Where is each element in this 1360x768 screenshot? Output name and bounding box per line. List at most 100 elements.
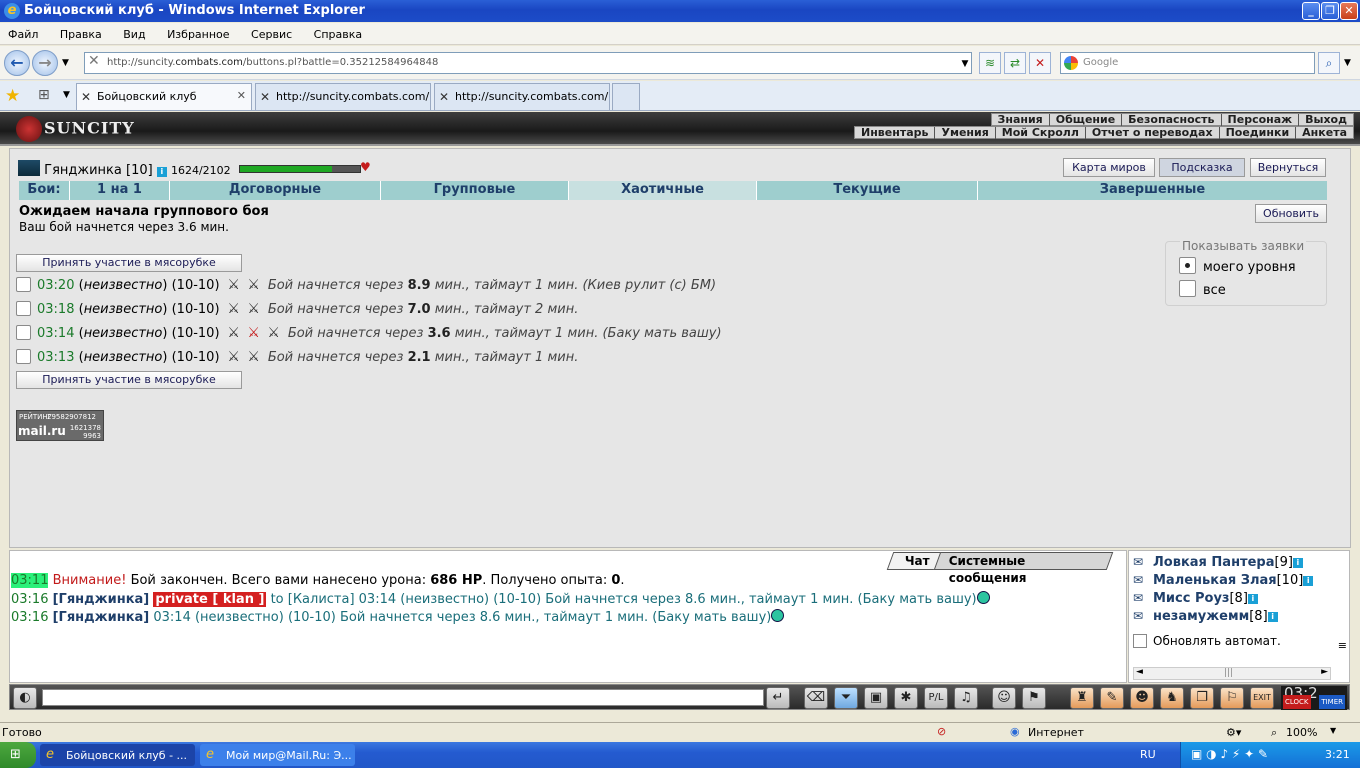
crossed-swords-icon[interactable]: ⚔ <box>244 277 264 293</box>
security-icon[interactable]: ⚙▾ <box>1226 726 1241 739</box>
eraser-icon[interactable]: ⌫ <box>804 687 828 709</box>
save-icon[interactable]: ▣ <box>864 687 888 709</box>
menu-view[interactable]: Вид <box>123 28 145 41</box>
scroll-right-icon[interactable]: ► <box>1321 667 1328 677</box>
scroll-thumb[interactable]: ||| <box>1224 668 1233 678</box>
favorites-star-icon[interactable]: ★ <box>5 86 20 106</box>
menu-favorites[interactable]: Избранное <box>167 28 229 41</box>
search-icon[interactable]: ⌕ <box>1318 52 1340 74</box>
menu-tools[interactable]: Сервис <box>251 28 292 41</box>
tab-suncity-1[interactable]: ✕ http://suncity.combats.com/... <box>255 83 431 110</box>
user-list-item[interactable]: ✉ Ловкая Пантера[9] i <box>1133 555 1303 570</box>
rss-icon[interactable]: ≋ <box>979 52 1001 74</box>
radio-all[interactable] <box>1179 280 1196 297</box>
scroll-icon[interactable]: ✎ <box>1100 687 1124 709</box>
quick-tabs-icon[interactable]: ⊞ <box>38 87 50 103</box>
request-radio[interactable] <box>16 301 31 316</box>
radio-my-level[interactable] <box>1179 257 1196 274</box>
user-info-icon[interactable]: i <box>1247 594 1258 604</box>
chat-input[interactable] <box>42 689 764 706</box>
nav-security[interactable]: Безопасность <box>1122 114 1222 126</box>
character-name[interactable]: Гянджинка <box>44 163 122 178</box>
nav-transfer-report[interactable]: Отчет о переводах <box>1086 127 1220 139</box>
user-info-icon[interactable]: i <box>1292 558 1303 568</box>
flag-icon[interactable]: ⚐ <box>1220 687 1244 709</box>
request-radio[interactable] <box>16 349 31 364</box>
join-melee-button-bottom[interactable]: Принять участие в мясорубке <box>16 371 242 389</box>
music-icon[interactable]: ♫ <box>954 687 978 709</box>
hint-button[interactable]: Подсказка <box>1159 158 1245 177</box>
helmet-icon[interactable]: ♞ <box>1160 687 1184 709</box>
menu-help[interactable]: Справка <box>314 28 362 41</box>
crossed-swords-icon[interactable]: ⚔ <box>244 301 264 317</box>
tab-one-on-one[interactable]: 1 на 1 <box>69 181 169 200</box>
book-icon[interactable]: ❐ <box>1190 687 1214 709</box>
chat-time[interactable]: 03:11 <box>11 573 49 588</box>
tab-contract[interactable]: Договорные <box>169 181 380 200</box>
clan-icon[interactable]: ⚑ <box>1022 687 1046 709</box>
tab-system-messages[interactable]: Системные сообщения <box>933 552 1114 585</box>
user-name[interactable]: Мисс Роуз <box>1153 591 1229 606</box>
crossed-swords-icon[interactable]: ⚔ <box>264 325 284 341</box>
zoom-dropdown-icon[interactable]: ▼ <box>1330 726 1336 735</box>
tab-chaotic[interactable]: Хаотичные <box>568 181 756 200</box>
nav-skills[interactable]: Умения <box>935 127 996 139</box>
tab-suncity-2[interactable]: ✕ http://suncity.combats.com/l... <box>434 83 610 110</box>
join-melee-button-top[interactable]: Принять участие в мясорубке <box>16 254 242 272</box>
user-list-item[interactable]: ✉ Мисс Роуз[8] i <box>1133 591 1258 606</box>
nav-communication[interactable]: Общение <box>1050 114 1123 126</box>
user-name[interactable]: Маленькая Злая <box>1153 573 1277 588</box>
scroll-left-icon[interactable]: ◄ <box>1136 667 1143 677</box>
menu-file[interactable]: Файл <box>8 28 38 41</box>
crossed-swords-icon[interactable]: ⚔ <box>224 301 244 317</box>
world-map-button[interactable]: Карта миров <box>1063 158 1155 177</box>
tab-group[interactable]: Групповые <box>380 181 568 200</box>
nav-profile[interactable]: Анкета <box>1296 127 1353 139</box>
exit-icon[interactable]: EXIT <box>1250 687 1274 709</box>
crossed-swords-icon[interactable]: ⚔ <box>224 349 244 365</box>
request-radio[interactable] <box>16 325 31 340</box>
nav-knowledge[interactable]: Знания <box>992 114 1050 126</box>
menu-edit[interactable]: Правка <box>60 28 102 41</box>
info-icon[interactable]: i <box>156 167 167 177</box>
private-message-icon[interactable]: ✉ <box>1133 609 1153 623</box>
auto-refresh-checkbox[interactable] <box>1133 634 1147 648</box>
start-button[interactable]: ⊞ <box>0 742 36 768</box>
request-radio[interactable] <box>16 277 31 292</box>
user-list-item[interactable]: ✉ незамужемм[8] i <box>1133 609 1278 624</box>
stop-icon[interactable]: ✕ <box>1029 52 1051 74</box>
tab-current[interactable]: Текущие <box>756 181 977 200</box>
user-name[interactable]: Ловкая Пантера <box>1153 555 1275 570</box>
list-menu-icon[interactable]: ≡ <box>1338 639 1347 652</box>
chat-time[interactable]: 03:16 <box>11 610 48 625</box>
user-info-icon[interactable]: i <box>1267 612 1278 622</box>
tray-icons[interactable]: ▣ ◑ ♪ ⚡ ✦ ✎ <box>1191 747 1268 761</box>
chat-nick[interactable]: [Гянджинка] <box>53 610 150 625</box>
recent-pages-icon[interactable]: ▼ <box>62 58 69 68</box>
user-list-item[interactable]: ✉ Маленькая Злая[10] i <box>1133 573 1314 588</box>
new-tab-button[interactable] <box>612 83 640 110</box>
minimize-button[interactable]: _ <box>1302 2 1320 20</box>
refresh-icon[interactable]: ⇄ <box>1004 52 1026 74</box>
tab-fight-club[interactable]: ✕ Бойцовский клуб ✕ <box>76 83 252 110</box>
user-info-icon[interactable]: i <box>1303 576 1314 586</box>
search-input[interactable]: Google <box>1060 52 1315 74</box>
address-dropdown-icon[interactable]: ▼ <box>957 54 973 76</box>
mailru-counter[interactable]: РЕЙТИНГ 29582907812 mail.ru 1621378 9963 <box>16 410 104 441</box>
chat-mode-icon[interactable]: ◐ <box>13 687 37 709</box>
smiles-icon[interactable]: ☺ <box>992 687 1016 709</box>
taskbar-ie-fightclub[interactable]: e Бойцовский клуб - ... <box>40 744 195 766</box>
nav-my-scroll[interactable]: Мой Скролл <box>996 127 1086 139</box>
refresh-button[interactable]: Обновить <box>1255 204 1327 223</box>
popup-blocked-icon[interactable]: ⊘ <box>937 725 946 738</box>
private-message-icon[interactable]: ✉ <box>1133 555 1153 569</box>
clock-label[interactable]: CLOCK <box>1283 695 1311 709</box>
tab-list-icon[interactable]: ▼ <box>63 90 70 100</box>
nav-character[interactable]: Персонаж <box>1222 114 1300 126</box>
mask-icon[interactable]: ☻ <box>1130 687 1154 709</box>
chat-nick[interactable]: [Гянджинка] <box>53 592 150 607</box>
nav-exit[interactable]: Выход <box>1299 114 1353 126</box>
private-message-icon[interactable]: ✉ <box>1133 573 1153 587</box>
crossed-swords-icon[interactable]: ⚔ <box>224 325 244 341</box>
language-indicator[interactable]: RU <box>1140 748 1156 761</box>
